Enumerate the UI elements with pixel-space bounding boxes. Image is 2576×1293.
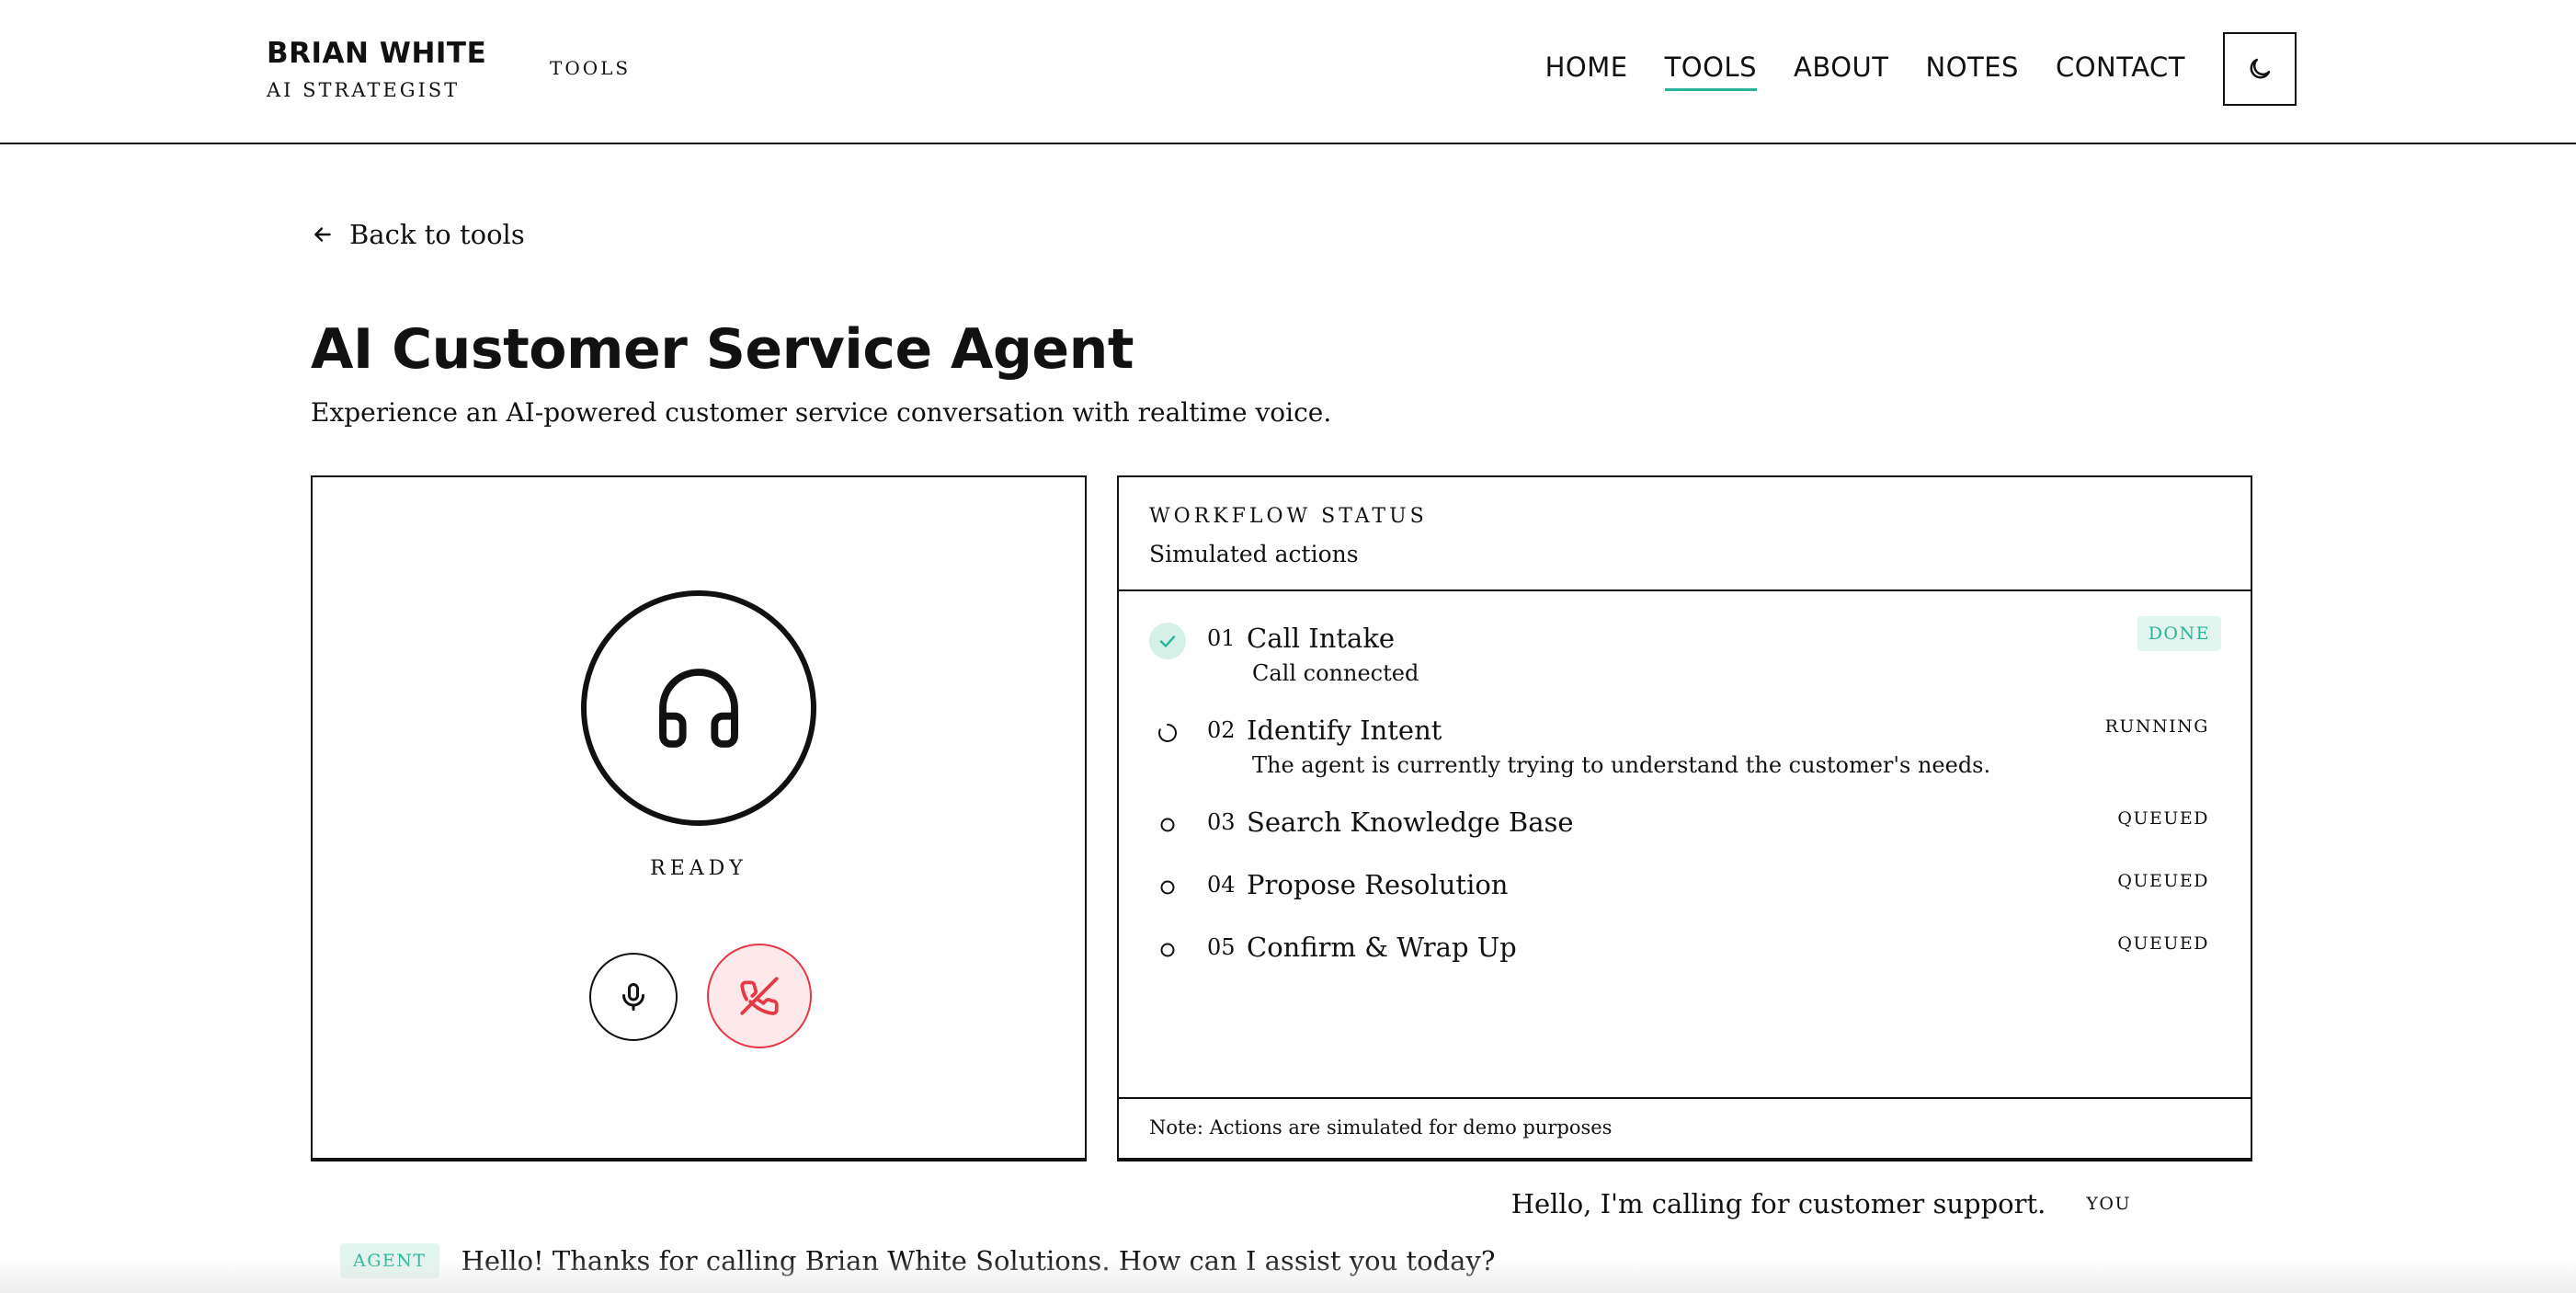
circle-icon bbox=[1149, 869, 1186, 906]
page-subtitle: Experience an AI-powered customer servic… bbox=[311, 397, 1332, 428]
workflow-note: Note: Actions are simulated for demo pur… bbox=[1149, 1116, 1613, 1139]
nav-tools[interactable]: TOOLS bbox=[1664, 51, 1757, 91]
step-number: 05 bbox=[1207, 934, 1236, 960]
status-badge: DONE bbox=[2137, 616, 2221, 651]
workflow-panel: WORKFLOW STATUS Simulated actions 01 Cal… bbox=[1117, 475, 2252, 1161]
status-badge: QUEUED bbox=[2117, 933, 2209, 954]
step-name: Search Knowledge Base bbox=[1247, 807, 1574, 838]
transcript-message-user: Hello, I'm calling for customer support.… bbox=[1511, 1188, 2131, 1219]
end-call-button[interactable] bbox=[707, 944, 812, 1048]
workflow-subtitle: Simulated actions bbox=[1149, 541, 1359, 567]
mute-button[interactable] bbox=[589, 953, 678, 1041]
moon-icon bbox=[2250, 58, 2271, 79]
step-name: Identify Intent bbox=[1247, 715, 1442, 746]
brand-name: BRIAN WHITE bbox=[267, 37, 487, 70]
message-text: Hello, I'm calling for customer support. bbox=[1510, 1188, 2046, 1219]
step-description: The agent is currently trying to underst… bbox=[1252, 752, 1991, 778]
call-panel: READY bbox=[311, 475, 1087, 1161]
scroll-fade bbox=[0, 1256, 2576, 1293]
brand[interactable]: BRIAN WHITE AI STRATEGIST bbox=[267, 37, 486, 101]
status-badge: RUNNING bbox=[2104, 716, 2209, 737]
step-name: Confirm & Wrap Up bbox=[1247, 932, 1517, 963]
nav-about[interactable]: ABOUT bbox=[1794, 51, 1889, 91]
circle-icon bbox=[1149, 807, 1186, 843]
brand-subtitle: AI STRATEGIST bbox=[267, 79, 461, 101]
theme-toggle-button[interactable] bbox=[2223, 32, 2297, 106]
back-label: Back to tools bbox=[349, 219, 525, 250]
status-badge: QUEUED bbox=[2117, 808, 2209, 829]
microphone-icon bbox=[622, 983, 644, 1011]
nav-home[interactable]: HOME bbox=[1545, 51, 1628, 91]
step-name: Call Intake bbox=[1247, 623, 1396, 654]
speaker-tag: YOU bbox=[2086, 1194, 2131, 1214]
check-icon bbox=[1149, 623, 1186, 659]
workflow-title: WORKFLOW STATUS bbox=[1149, 505, 1428, 528]
nav-contact[interactable]: CONTACT bbox=[2056, 51, 2185, 91]
section-crumb: TOOLS bbox=[550, 57, 632, 79]
circle-icon bbox=[1149, 932, 1186, 968]
main-nav: HOME TOOLS ABOUT NOTES CONTACT bbox=[1545, 51, 2185, 91]
spinner-icon bbox=[1149, 715, 1186, 751]
site-header: BRIAN WHITE AI STRATEGIST TOOLS HOME TOO… bbox=[0, 0, 2576, 144]
back-to-tools-link[interactable]: Back to tools bbox=[311, 219, 525, 250]
workflow-header: WORKFLOW STATUS Simulated actions bbox=[1119, 477, 2251, 591]
arrow-left-icon bbox=[314, 227, 331, 242]
step-name: Propose Resolution bbox=[1247, 869, 1509, 900]
step-number: 01 bbox=[1207, 625, 1236, 651]
step-description: Call connected bbox=[1252, 660, 1419, 686]
page-title: AI Customer Service Agent bbox=[311, 317, 1134, 382]
step-number: 03 bbox=[1207, 809, 1236, 835]
call-status: READY bbox=[650, 857, 747, 880]
step-number: 02 bbox=[1207, 717, 1236, 743]
step-number: 04 bbox=[1207, 872, 1236, 898]
headphones-icon bbox=[659, 669, 738, 748]
workflow-footer: Note: Actions are simulated for demo pur… bbox=[1119, 1097, 2251, 1158]
nav-notes[interactable]: NOTES bbox=[1926, 51, 2019, 91]
status-badge: QUEUED bbox=[2117, 871, 2209, 891]
phone-off-icon bbox=[740, 977, 779, 1015]
agent-avatar bbox=[581, 590, 816, 826]
